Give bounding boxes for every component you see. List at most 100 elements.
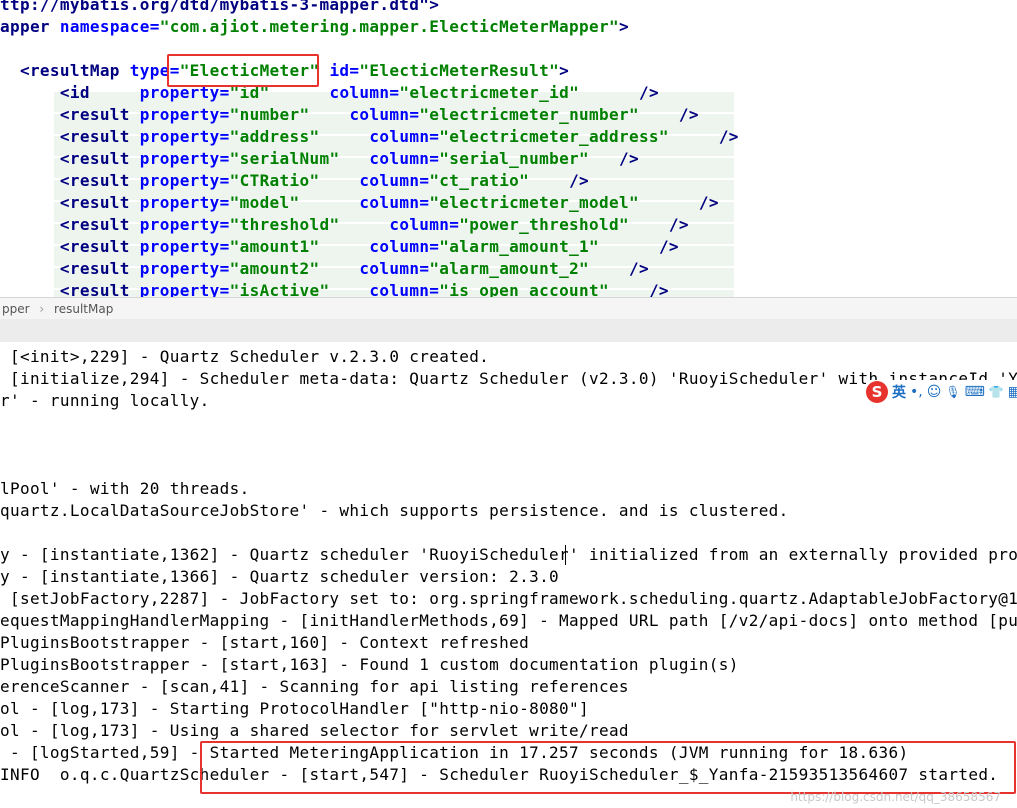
code-token: property= <box>139 149 230 168</box>
ime-menu-icon[interactable]: ▦ <box>1008 384 1017 400</box>
code-token: "electricmeter_number" <box>419 105 639 124</box>
code-line: <result property="model" column="electri… <box>0 192 719 214</box>
code-token: "electricmeter_address" <box>439 127 669 146</box>
code-token: property= <box>139 105 230 124</box>
code-token: "threshold" <box>229 215 340 234</box>
code-token: column= <box>369 281 440 297</box>
code-line: <result property="threshold" column="pow… <box>0 214 689 236</box>
code-token: /> <box>628 259 649 278</box>
code-token: /> <box>668 215 689 234</box>
console-line: ol - [log,173] - Using a shared selector… <box>0 721 629 740</box>
code-token: "isActive" <box>229 281 330 297</box>
highlight-box-type <box>167 54 319 87</box>
code-token: property= <box>139 215 230 234</box>
code-line: ttp://mybatis.org/dtd/mybatis-3-mapper.d… <box>0 0 439 16</box>
code-token: "ct_ratio" <box>429 171 530 190</box>
code-token: "electricmeter_model" <box>429 193 639 212</box>
code-token: "number" <box>229 105 310 124</box>
code-token: <result <box>0 281 140 297</box>
code-line: <result property="amount2" column="alarm… <box>0 258 649 280</box>
code-token: id= <box>329 61 360 80</box>
ime-emoji-icon[interactable]: ☺ <box>927 384 942 400</box>
ime-language-toggle[interactable]: 英 <box>892 382 906 402</box>
breadcrumb-item-mapper[interactable]: pper <box>2 298 30 320</box>
code-token: <result <box>0 171 140 190</box>
code-token: > <box>618 17 629 36</box>
console-line: lPool' - with 20 threads. <box>0 479 250 498</box>
console-line: [setJobFactory,2287] - JobFactory set to… <box>0 589 1017 608</box>
code-token: "amount1" <box>229 237 320 256</box>
ime-voice-icon[interactable]: 🎙 <box>945 385 960 399</box>
code-line: <id property="id" column="electricmeter_… <box>0 82 659 104</box>
console-line: [initialize,294] - Scheduler meta-data: … <box>0 369 1017 388</box>
code-token: /> <box>678 105 699 124</box>
code-token: column= <box>359 171 430 190</box>
code-token: <result <box>0 259 140 278</box>
text-cursor <box>565 545 566 565</box>
code-token: property= <box>139 193 230 212</box>
console-line: y - [instantiate,1362] - Quartz schedule… <box>0 545 1017 564</box>
code-token: /> <box>618 149 639 168</box>
code-token: /> <box>638 83 659 102</box>
code-token: "is_open_account" <box>439 281 609 297</box>
code-line: <result property="amount1" column="alarm… <box>0 236 679 258</box>
code-token: "alarm_amount_2" <box>429 259 590 278</box>
code-token: <result <box>0 215 140 234</box>
ime-keyboard-icon[interactable]: ⌨ <box>965 384 985 400</box>
breadcrumb-separator: › <box>39 302 45 316</box>
code-token: > <box>559 61 570 80</box>
console-line: quartz.LocalDataSourceJobStore' - which … <box>0 501 789 520</box>
code-token: column= <box>349 105 420 124</box>
breadcrumb-item-resultmap[interactable]: resultMap <box>54 298 113 320</box>
console-line: erenceScanner - [scan,41] - Scanning for… <box>0 677 629 696</box>
console-line: [<init>,229] - Quartz Scheduler v.2.3.0 … <box>0 347 490 366</box>
code-token: /> <box>648 281 669 297</box>
code-token: "serial_number" <box>439 149 590 168</box>
code-token: "power_threshold" <box>459 215 629 234</box>
sogou-logo-icon[interactable]: S <box>866 381 888 403</box>
code-token: "amount2" <box>229 259 320 278</box>
ime-punctuation-icon[interactable]: •, <box>910 384 923 400</box>
code-token: property= <box>139 281 230 297</box>
console-output[interactable]: [<init>,229] - Quartz Scheduler v.2.3.0 … <box>0 342 1017 808</box>
code-line: <result property="address" column="elect… <box>0 126 739 148</box>
highlight-box-started <box>200 741 1016 794</box>
code-token: <result <box>0 105 140 124</box>
code-token: <result <box>0 127 140 146</box>
code-token: column= <box>359 193 430 212</box>
code-token: <result <box>0 237 140 256</box>
code-token: column= <box>329 83 400 102</box>
code-token: <result <box>0 149 140 168</box>
code-token: "alarm_amount_1" <box>439 237 600 256</box>
xml-editor[interactable]: ttp://mybatis.org/dtd/mybatis-3-mapper.d… <box>0 0 1017 297</box>
code-token: <result <box>0 193 140 212</box>
ime-skin-icon[interactable]: 👕 <box>989 385 1004 399</box>
ime-toolbar[interactable]: S 英 •, ☺ 🎙 ⌨ 👕 ▦ <box>866 380 1017 404</box>
code-token: column= <box>369 237 440 256</box>
breadcrumb: pper › resultMap <box>0 297 1017 321</box>
code-token: namespace= <box>59 17 160 36</box>
code-token: /> <box>658 237 679 256</box>
console-line: r' - running locally. <box>0 391 210 410</box>
code-token: property= <box>139 259 230 278</box>
code-token: ttp://mybatis.org/dtd/mybatis-3-mapper.d… <box>0 0 440 14</box>
code-token: "ElecticMeterResult" <box>359 61 560 80</box>
console-line: ol - [log,173] - Starting ProtocolHandle… <box>0 699 589 718</box>
code-token: /> <box>569 171 590 190</box>
